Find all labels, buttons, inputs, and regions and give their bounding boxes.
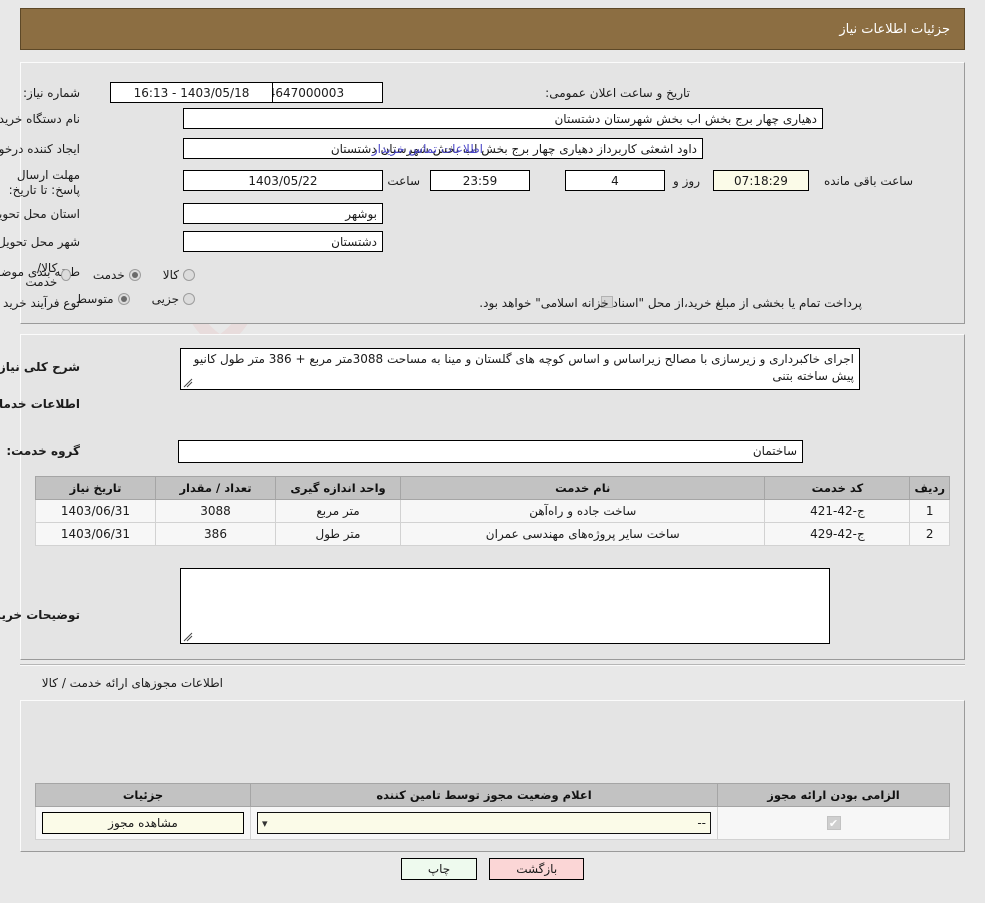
- deadline-date-value: 1403/05/22: [183, 170, 383, 191]
- deadline-days-value: 4: [565, 170, 665, 191]
- col-qty: تعداد / مقدار: [155, 476, 276, 500]
- cell-code: ج-42-421: [764, 499, 911, 523]
- chevron-down-icon[interactable]: ▾: [262, 817, 268, 830]
- label-deadline-time: ساعت: [387, 174, 420, 188]
- col-row: ردیف: [909, 476, 950, 500]
- classification-option-label-1: خدمت: [92, 268, 125, 282]
- label-buyer-org: نام دستگاه خریدار:: [0, 112, 80, 126]
- label-need-number: شماره نیاز:: [23, 86, 80, 100]
- need-details-page: جزئیات اطلاعات نیاز شماره نیاز: 11031046…: [0, 0, 985, 903]
- province-value: بوشهر: [183, 203, 383, 224]
- classification-radio-icon-0[interactable]: [183, 269, 195, 281]
- license-status-select[interactable]: -- ▾: [257, 812, 711, 834]
- services-table-header-row: ردیف کد خدمت نام خدمت واحد اندازه گیری ت…: [35, 476, 950, 500]
- cell-date: 1403/06/31: [35, 499, 156, 523]
- label-days-suffix: روز و: [673, 174, 700, 188]
- print-button[interactable]: چاپ: [400, 858, 478, 880]
- license-row: ✔ -- ▾ مشاهده مجوز: [35, 806, 950, 840]
- city-value: دشتستان: [183, 231, 383, 252]
- classification-option-label-0: کالا: [162, 268, 179, 282]
- service-group-value: ساختمان: [178, 440, 803, 463]
- treasury-bonds-note: پرداخت تمام یا بخشی از مبلغ خرید،از محل …: [479, 296, 862, 310]
- back-button[interactable]: بازگشت: [489, 858, 585, 880]
- col-name: نام خدمت: [399, 476, 766, 500]
- license-required-checkbox: ✔: [826, 816, 841, 831]
- cell-unit: متر طول: [275, 522, 401, 546]
- col-code: کد خدمت: [764, 476, 911, 500]
- col-date: تاریخ نیاز: [35, 476, 156, 500]
- col-status: اعلام وضعیت مجوز توسط تامین کننده: [250, 783, 718, 807]
- buyer-contact-link[interactable]: اطلاعات تماس خریدار: [155, 142, 483, 156]
- label-province: استان محل تحویل:: [0, 207, 80, 221]
- cell-required: ✔: [717, 806, 950, 840]
- buyer-org-value: دهیاری چهار برج بخش اب بخش شهرستان دشتست…: [183, 108, 823, 129]
- label-overall-need: شرح کلی نیاز:: [0, 360, 80, 374]
- cell-code: ج-42-429: [764, 522, 911, 546]
- license-caption: اطلاعات مجوزهای ارائه خدمت / کالا: [41, 676, 223, 690]
- services-caption: اطلاعات خدمات مورد نیاز: [0, 397, 80, 411]
- col-required: الزامی بودن ارائه مجوز: [717, 783, 950, 807]
- col-details: جزئیات: [35, 783, 251, 807]
- license-table-wrap: الزامی بودن ارائه مجوز اعلام وضعیت مجوز …: [35, 783, 950, 840]
- classification-option-0[interactable]: کالا: [163, 268, 195, 282]
- license-status-selected-value: --: [697, 816, 706, 830]
- cell-unit: متر مربع: [275, 499, 401, 523]
- table-row: 1 ج-42-421 ساخت جاده و راه‌آهن متر مربع 3088…: [35, 499, 950, 523]
- cell-qty: 3088: [155, 499, 276, 523]
- col-unit: واحد اندازه گیری: [275, 476, 401, 500]
- label-city: شهر محل تحویل:: [0, 235, 80, 249]
- classification-radio-icon-2[interactable]: [61, 269, 71, 281]
- services-table: ردیف کد خدمت نام خدمت واحد اندازه گیری ت…: [35, 476, 950, 546]
- classification-radio-group[interactable]: کالا خدمت کالا/خدمت: [0, 261, 195, 289]
- cell-status: -- ▾: [250, 806, 718, 840]
- deadline-time-value: 23:59: [430, 170, 530, 191]
- license-table: الزامی بودن ارائه مجوز اعلام وضعیت مجوز …: [35, 783, 950, 840]
- table-row: 2 ج-42-429 ساخت سایر پروژه‌های مهندسی عمرا…: [35, 522, 950, 546]
- purchase-type-option-label-1: متوسط: [75, 292, 114, 306]
- purchase-type-radio-icon-1[interactable]: [117, 293, 130, 305]
- footer-buttons: بازگشت چاپ: [0, 858, 985, 880]
- label-countdown-suffix: ساعت باقی مانده: [823, 174, 913, 188]
- cell-qty: 386: [155, 522, 276, 546]
- label-announce-datetime: تاریخ و ساعت اعلان عمومی:: [545, 86, 690, 100]
- classification-option-2[interactable]: کالا/خدمت: [18, 261, 71, 289]
- cell-row: 1: [909, 499, 950, 523]
- buyer-notes-textarea[interactable]: [180, 568, 830, 644]
- label-buyer-notes: توضیحات خریدار:: [0, 608, 80, 622]
- classification-option-label-2: کالا/خدمت: [25, 261, 58, 289]
- label-service-group: گروه خدمت:: [6, 444, 80, 458]
- cell-name: ساخت جاده و راه‌آهن: [399, 499, 766, 523]
- announce-datetime-value: 1403/05/18 - 16:13: [110, 82, 273, 103]
- page-title: جزئیات اطلاعات نیاز: [839, 21, 950, 37]
- purchase-type-option-1[interactable]: متوسط: [76, 292, 130, 306]
- services-table-wrap: ردیف کد خدمت نام خدمت واحد اندازه گیری ت…: [35, 476, 950, 546]
- cell-name: ساخت سایر پروژه‌های مهندسی عمران: [399, 522, 766, 546]
- cell-date: 1403/06/31: [35, 522, 156, 546]
- cell-details: مشاهده مجوز: [35, 806, 251, 840]
- overall-need-textarea[interactable]: اجرای خاکبرداری و زیرسازی با مصالح زیراس…: [180, 348, 860, 390]
- countdown-value: 07:18:29: [713, 170, 809, 191]
- label-requester: ایجاد کننده درخواست:: [0, 142, 80, 156]
- license-table-header-row: الزامی بودن ارائه مجوز اعلام وضعیت مجوز …: [35, 783, 950, 807]
- view-license-button[interactable]: مشاهده مجوز: [42, 812, 244, 834]
- label-deadline: مهلت ارسال پاسخ: تا تاریخ:: [8, 168, 80, 197]
- classification-radio-icon-1[interactable]: [128, 269, 141, 281]
- page-header-bar: جزئیات اطلاعات نیاز: [20, 8, 965, 50]
- classification-option-1[interactable]: خدمت: [93, 268, 141, 282]
- cell-row: 2: [909, 522, 950, 546]
- divider: [20, 664, 965, 666]
